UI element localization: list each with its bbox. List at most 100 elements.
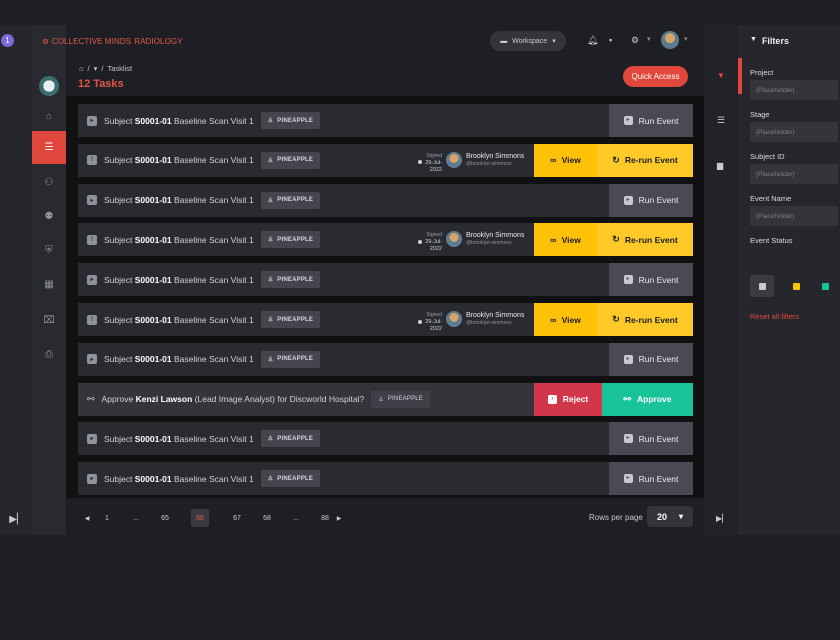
run-event-button[interactable]: ▸ Run Event <box>609 462 693 496</box>
tag-label: PINEAPPLE <box>277 157 314 164</box>
brand: ⊚ COLLECTIVE MINDS RADIOLOGY <box>42 37 183 46</box>
breadcrumb-dropdown-icon[interactable]: ▾ <box>94 64 98 73</box>
home-icon: ⌂ <box>45 110 53 122</box>
expand-sidebar-button[interactable]: ▶▏ <box>0 504 34 534</box>
workspace-selector[interactable]: ▬ Workspace ▾ <box>490 31 566 51</box>
user-chevron-icon[interactable]: ▾ <box>684 35 688 43</box>
done-status-icon <box>821 282 829 290</box>
signed-date-line: 29-Jul-2022 <box>408 160 442 174</box>
view-button[interactable]: ∞ View <box>534 223 597 257</box>
status-pending-toggle[interactable] <box>784 275 808 297</box>
run-event-label: Run Event <box>638 115 679 126</box>
play-icon: ▸ <box>623 474 633 484</box>
page-current[interactable]: 66 <box>191 509 209 527</box>
next-page-icon[interactable]: ▶ <box>330 509 348 527</box>
tag-label: PINEAPPLE <box>277 197 314 204</box>
rerun-event-button[interactable]: ↻ Re-run Event <box>597 303 693 336</box>
page-button[interactable]: 1 <box>98 509 116 527</box>
page-button[interactable]: ... <box>287 509 305 527</box>
chevron-down-icon: ▾ <box>552 38 556 45</box>
sidebar-item-home[interactable]: ⌂ <box>32 101 66 131</box>
tag-label: PINEAPPLE <box>277 236 314 243</box>
sidebar-item-inbox[interactable]: ⌧ <box>32 305 66 335</box>
left-rail <box>0 25 32 535</box>
rows-per-page-value: 20 <box>656 511 667 522</box>
subject-suffix: Baseline Scan Visit 1 <box>173 314 254 325</box>
info-icon: ! <box>87 314 97 325</box>
run-event-button[interactable]: ▸ Run Event <box>609 342 693 376</box>
play-icon: ▸ <box>87 274 97 285</box>
info-icon: ! <box>87 155 97 166</box>
task-subject: Subject S0001-01 Baseline Scan Visit 1 <box>104 474 254 484</box>
run-event-label: Run Event <box>638 473 679 484</box>
team-icon: ⚉ <box>44 210 54 222</box>
tag-icon: ♙ <box>378 396 384 403</box>
project-tag: ♙ PINEAPPLE <box>260 350 321 368</box>
user-avatar[interactable] <box>661 31 679 49</box>
active-indicator <box>738 58 742 94</box>
tag-icon: ♙ <box>267 356 274 363</box>
rerun-event-button[interactable]: ↻ Re-run Event <box>597 143 693 177</box>
chat-icon[interactable]: ▪ <box>609 35 612 45</box>
brand-name: COLLECTIVE MINDS <box>51 37 132 46</box>
view-button[interactable]: ∞ View <box>534 303 597 336</box>
comment-icon[interactable]: ▆ <box>717 161 723 170</box>
signer-avatar <box>446 311 462 327</box>
filters-header: ▼ Filters <box>750 36 789 46</box>
rerun-event-button[interactable]: ↻ Re-run Event <box>597 223 693 257</box>
tag-label: PINEAPPLE <box>277 356 314 363</box>
collapse-panel-icon[interactable]: ▶▏ <box>716 514 728 523</box>
sidebar-item-patients[interactable]: ⚇ <box>32 167 66 197</box>
sidebar-item-hospitals[interactable]: ⛨ <box>32 235 66 265</box>
page-button[interactable]: 65 <box>156 509 174 527</box>
view-label: View <box>561 155 581 166</box>
run-event-button[interactable]: ▸ Run Event <box>609 104 693 137</box>
bell-icon[interactable]: 🔔︎ <box>587 35 598 46</box>
inbox-icon: ⌧ <box>43 314 55 326</box>
stage-input[interactable]: (Placeholder) <box>750 122 838 142</box>
event-name-input[interactable]: (Placeholder) <box>750 206 838 226</box>
home-crumb-icon[interactable]: ⌂ <box>79 64 84 73</box>
reject-button[interactable]: › Reject <box>534 382 602 416</box>
task-subject: Subject S0001-01 Baseline Scan Visit 1 <box>104 116 254 126</box>
play-icon: ▸ <box>87 473 97 484</box>
settings-chevron-icon[interactable]: ▾ <box>647 35 651 43</box>
subject-suffix: Baseline Scan Visit 1 <box>173 433 254 444</box>
status-run-toggle[interactable] <box>750 275 774 297</box>
list-view-icon[interactable]: ☰ <box>717 115 725 126</box>
sidebar-item-records[interactable]: ▦ <box>32 269 66 299</box>
signer: Brooklyn Simmons @brooklyn-simmons <box>446 311 524 327</box>
settings-icon[interactable]: ⚙ <box>631 35 639 46</box>
page-button[interactable]: 68 <box>258 509 276 527</box>
run-event-button[interactable]: ▸ Run Event <box>609 422 693 456</box>
page-button[interactable]: 67 <box>228 509 246 527</box>
page-button[interactable]: ... <box>127 509 145 527</box>
status-done-toggle[interactable] <box>813 275 837 297</box>
rows-per-page-select[interactable]: 20 ▾ <box>647 506 693 527</box>
sidebar-item-team[interactable]: ⚉ <box>32 201 66 231</box>
reset-filters-link[interactable]: Reset all filters <box>750 312 799 321</box>
run-event-button[interactable]: ▸ Run Event <box>609 183 693 217</box>
tag-label: PINEAPPLE <box>277 276 314 283</box>
quick-access-button[interactable]: Quick Access <box>623 66 688 87</box>
view-button[interactable]: ∞ View <box>534 143 597 177</box>
sidebar-item-archive[interactable]: ⎙ <box>32 339 66 369</box>
approve-button[interactable]: ⚯ Approve <box>602 382 693 416</box>
binoculars-icon: ∞ <box>550 155 557 166</box>
task-row: ! Subject S0001-01 Baseline Scan Visit 1 ♙… <box>78 223 693 257</box>
status-dot <box>418 319 423 324</box>
notification-badge[interactable]: 1 <box>1 34 14 47</box>
task-subject: Subject S0001-01 Baseline Scan Visit 1 <box>104 155 254 165</box>
subject-id: S0001-01 <box>134 354 172 365</box>
subject-id-input[interactable]: (Placeholder) <box>750 164 838 184</box>
filter-toggle-icon[interactable]: ▼ <box>717 71 725 80</box>
approval-text: Approve Kenzi Lawson (Lead Image Analyst… <box>102 394 365 404</box>
prev-page-icon[interactable]: ◀ <box>78 509 96 527</box>
task-subject: Subject S0001-01 Baseline Scan Visit 1 <box>104 434 254 444</box>
sidebar-item-tasklist[interactable]: ☰ <box>32 131 66 164</box>
play-icon: ▸ <box>623 275 633 285</box>
run-event-button[interactable]: ▸ Run Event <box>609 263 693 297</box>
project-input[interactable]: (Placeholder) <box>750 80 838 100</box>
signer-text: Brooklyn Simmons @brooklyn-simmons <box>466 153 524 167</box>
rerun-icon: ↻ <box>612 234 620 245</box>
